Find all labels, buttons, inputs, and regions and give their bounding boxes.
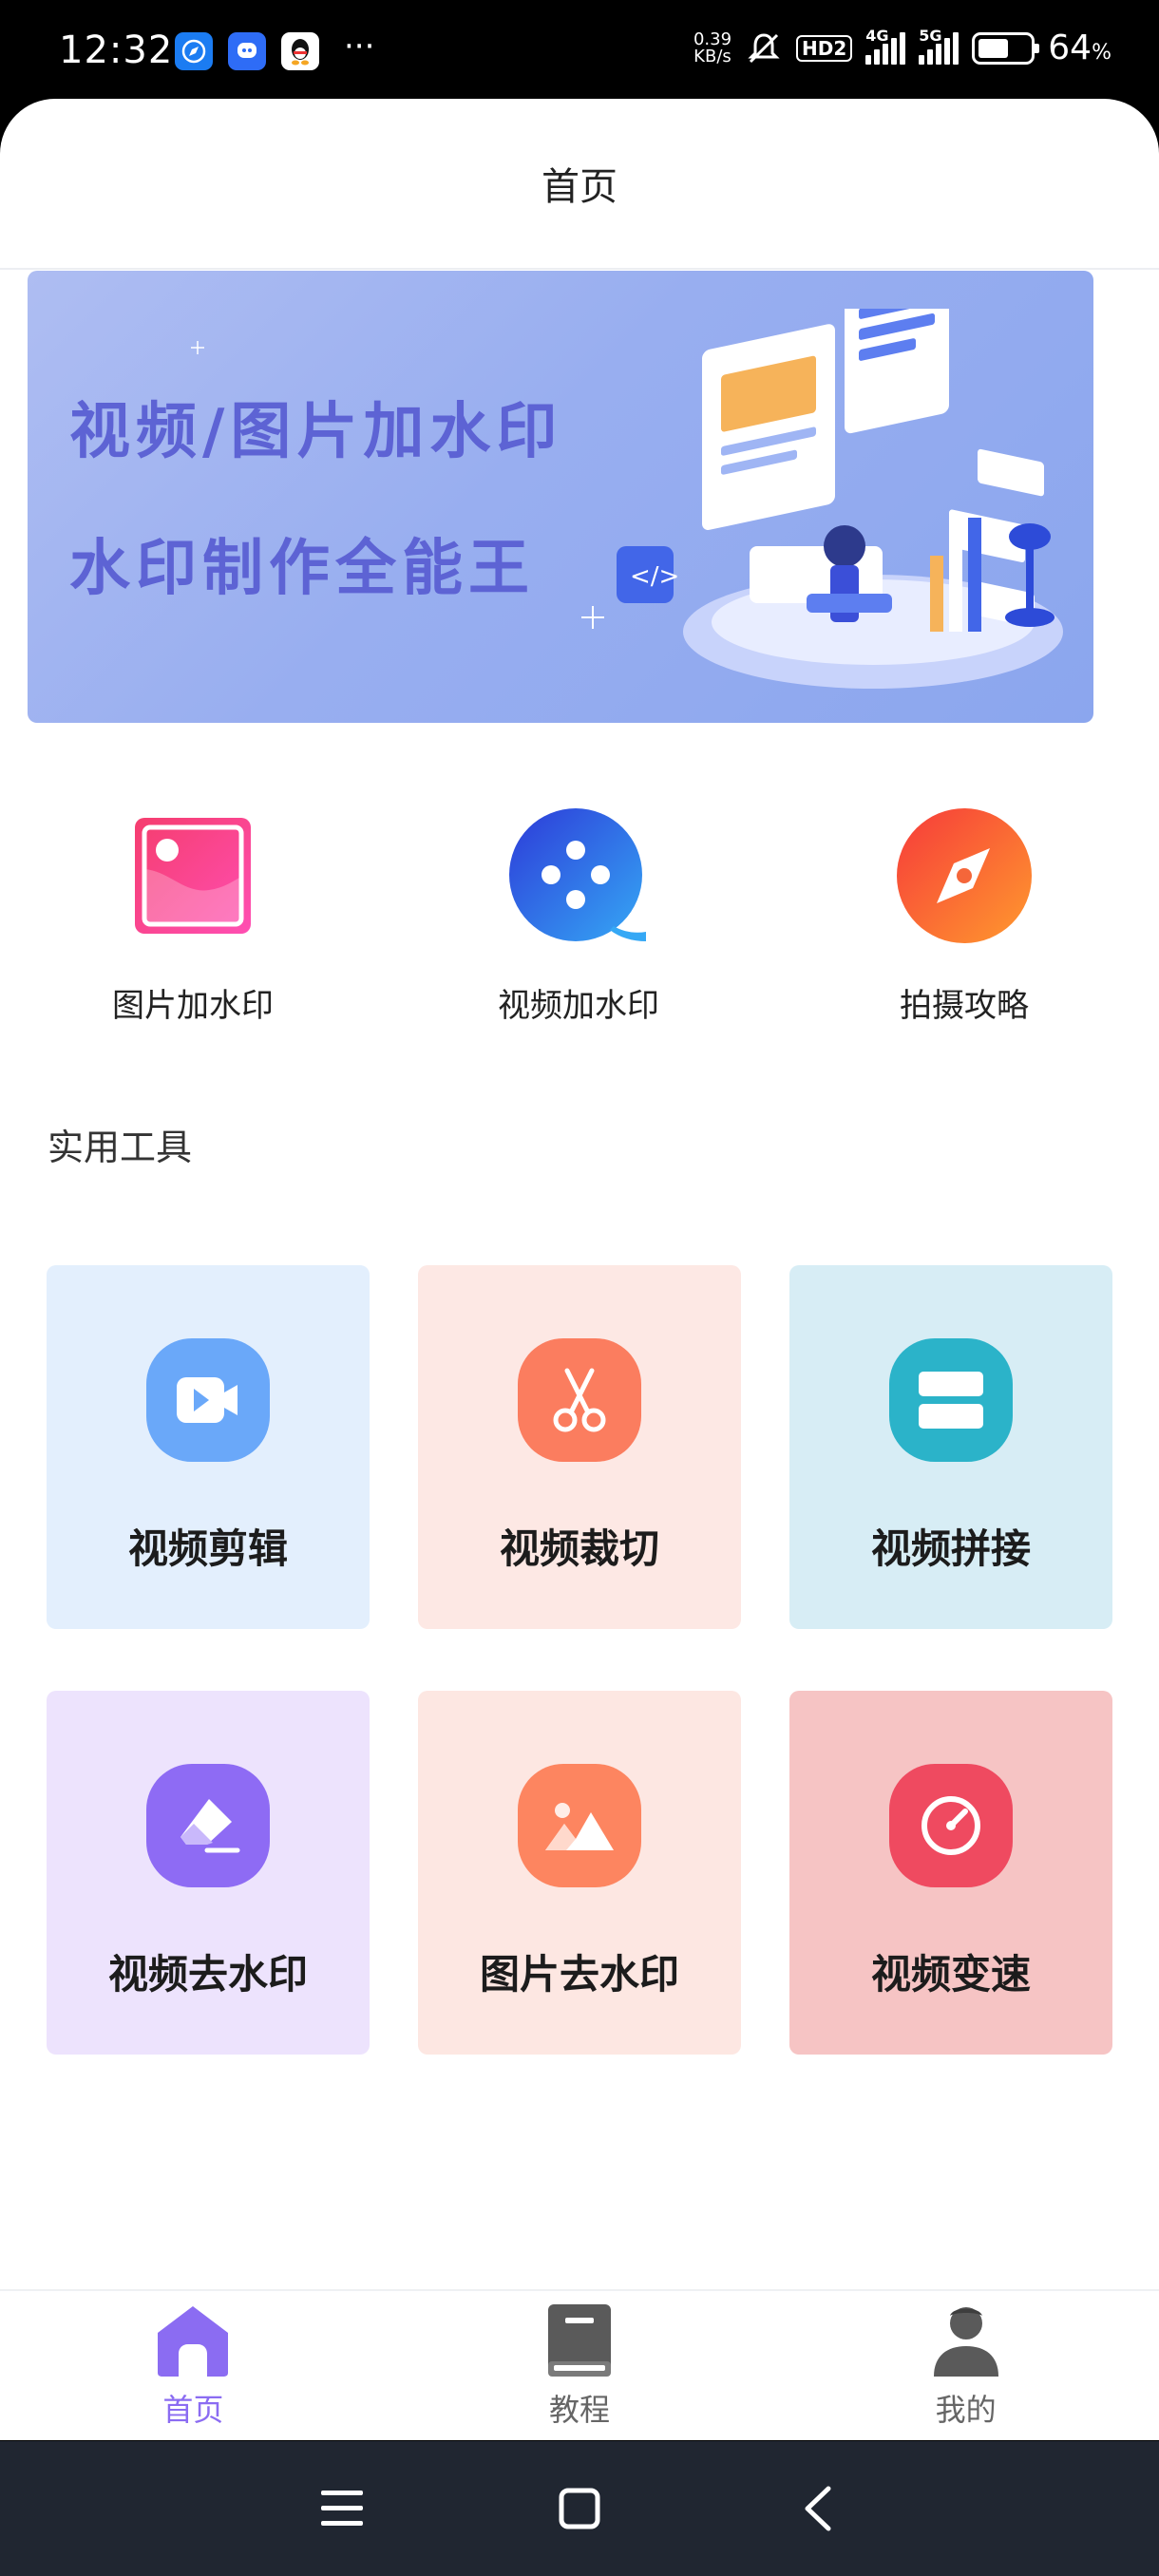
banner-subheadline: 水印制作全能王 [69, 534, 535, 604]
status-time: 12:32 [59, 28, 174, 72]
signal-4g-label: 4G [865, 26, 889, 45]
mute-bell-icon [748, 32, 780, 63]
quick-action-image-watermark[interactable]: 图片加水印 [0, 806, 386, 1026]
speedometer-icon [889, 1764, 1013, 1887]
tab-label: 教程 [549, 2392, 611, 2428]
tool-video-merge[interactable]: 视频拼接 [789, 1265, 1112, 1629]
tool-image-remove-watermark[interactable]: 图片去水印 [418, 1691, 741, 2055]
home-icon [158, 2306, 229, 2377]
menu-icon [321, 2491, 363, 2526]
chevron-left-icon [805, 2486, 831, 2531]
tool-video-speed[interactable]: 视频变速 [789, 1691, 1112, 2055]
tab-label: 首页 [162, 2392, 224, 2428]
battery-percent-unit: % [1092, 41, 1112, 65]
network-speed: 0.39 KB/s [693, 28, 732, 66]
image-watermark-icon [124, 806, 262, 945]
promo-banner[interactable]: 视频/图片加水印 水印制作全能王 </> [28, 271, 1093, 723]
system-nav-bar [0, 2441, 1159, 2576]
quick-action-label: 视频加水印 [498, 987, 659, 1025]
banner-headline: 视频/图片加水印 [69, 397, 563, 467]
tab-label: 我的 [935, 2392, 997, 2428]
more-notifications-icon: ··· [344, 28, 375, 66]
battery-percent-value: 64 [1048, 28, 1092, 67]
banner-illustration: </> [617, 309, 1063, 689]
quick-actions: 图片加水印 视频加水印 拍摄攻略 [0, 806, 1159, 1026]
tool-label: 视频去水印 [107, 1951, 308, 1998]
compass-icon [895, 806, 1034, 945]
home-button[interactable] [542, 2471, 618, 2547]
tab-tutorial[interactable]: 教程 [387, 2291, 773, 2440]
app-screen: 首页 视频/图片加水印 水印制作全能王 </> 图片加水印 视频加水印 拍摄攻略… [0, 99, 1159, 2440]
page-header: 首页 [0, 99, 1159, 270]
chat-app-icon [228, 32, 266, 70]
tool-video-crop[interactable]: 视频裁切 [418, 1265, 741, 1629]
status-indicators: 0.39 KB/s HD2 4G 5G 64% [693, 27, 1112, 68]
page-title: 首页 [542, 165, 618, 209]
svg-text:</>: </> [630, 562, 679, 591]
tab-mine[interactable]: 我的 [772, 2291, 1159, 2440]
tool-label: 视频剪辑 [127, 1525, 288, 1572]
user-icon [933, 2307, 998, 2377]
signal-4g-icon: 4G [865, 27, 906, 65]
recents-button[interactable] [304, 2471, 380, 2547]
signal-5g-label: 5G [919, 26, 942, 45]
video-camera-icon [146, 1338, 270, 1462]
tool-label: 图片去水印 [479, 1951, 679, 1998]
status-bar: 12:32 ··· 0.39 KB/s HD2 4G 5G 64% [0, 0, 1159, 104]
quick-action-label: 拍摄攻略 [900, 987, 1029, 1025]
signal-5g-icon: 5G [919, 27, 960, 65]
battery-icon [972, 31, 1040, 65]
book-icon [548, 2304, 611, 2377]
sparkle-icon [581, 606, 604, 629]
battery-percent: 64% [1048, 28, 1112, 67]
qq-app-icon [281, 32, 319, 70]
scissors-icon [518, 1338, 641, 1462]
tools-grid: 视频剪辑 视频裁切 视频拼接 视频去水印 图片去水印 视频变速 [47, 1265, 1112, 2055]
network-speed-unit: KB/s [694, 46, 732, 66]
tool-label: 视频裁切 [499, 1525, 659, 1572]
network-speed-value: 0.39 [693, 28, 732, 49]
notification-icons: ··· [175, 28, 374, 70]
quick-action-shooting-guide[interactable]: 拍摄攻略 [771, 806, 1157, 1026]
sparkle-icon [191, 341, 204, 354]
video-watermark-icon [509, 806, 648, 945]
merge-icon [889, 1338, 1013, 1462]
quick-action-video-watermark[interactable]: 视频加水印 [386, 806, 771, 1026]
square-icon [559, 2488, 600, 2529]
quick-action-label: 图片加水印 [112, 987, 274, 1025]
tool-label: 视频变速 [870, 1951, 1031, 1998]
section-title-tools: 实用工具 [48, 1127, 193, 1168]
back-button[interactable] [779, 2471, 855, 2547]
tab-home[interactable]: 首页 [0, 2291, 387, 2440]
hd-voice-badge: HD2 [796, 34, 853, 62]
bottom-tab-bar: 首页 教程 我的 [0, 2289, 1159, 2440]
tool-video-remove-watermark[interactable]: 视频去水印 [47, 1691, 370, 2055]
eraser-icon [146, 1764, 270, 1887]
picture-icon [518, 1764, 641, 1887]
tool-video-edit[interactable]: 视频剪辑 [47, 1265, 370, 1629]
browser-app-icon [175, 32, 213, 70]
tool-label: 视频拼接 [870, 1525, 1031, 1572]
